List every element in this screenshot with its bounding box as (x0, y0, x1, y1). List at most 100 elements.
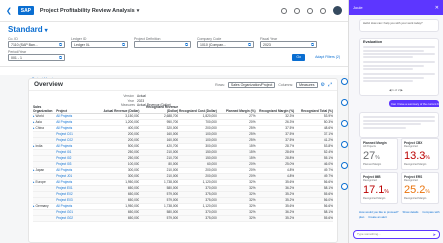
joule-link[interactable]: Show details (403, 210, 419, 214)
toolbar-button-1[interactable] (340, 78, 348, 85)
filter-input[interactable]: ⧉ (134, 41, 191, 48)
row-org[interactable]: ▸Europe (33, 180, 56, 184)
filter-input[interactable]: 2023 ⧉ (260, 41, 317, 48)
send-icon[interactable]: ➤ (433, 231, 436, 238)
table-cell: 32.3% (285, 114, 295, 118)
joule-title: Joule (353, 5, 363, 10)
row-org[interactable]: ▸World (33, 114, 56, 118)
org-label: Japan (35, 168, 45, 172)
table-cell: 25% (249, 132, 256, 136)
back-icon[interactable]: ❮ (6, 7, 12, 15)
table-cell: 100,000 (205, 132, 217, 136)
kpi-number: 13.3 (404, 150, 426, 162)
kpi-unit: % (425, 155, 430, 161)
sap-logo[interactable]: SAP (17, 6, 34, 15)
variant-selector[interactable]: Standard ▾ (8, 25, 340, 34)
go-button[interactable]: Go (292, 54, 306, 61)
table-cell: 579,000 (166, 198, 179, 202)
joule-link[interactable]: How would you like to proceed? (359, 210, 399, 214)
kpi-card[interactable]: Project ERS Recognized 25.2% Recognized Mar… (401, 172, 439, 204)
adapt-filters-button[interactable]: Adapt Filters (2) (315, 54, 340, 61)
row-org[interactable]: ▸India (33, 144, 56, 148)
expand-icon[interactable]: ▸ (33, 120, 35, 124)
app-title[interactable]: Project Profitability Review Analysis ▾ (40, 8, 139, 14)
side-toolbar (340, 78, 348, 190)
filter-input[interactable]: 001 - 1 ⧉ (8, 54, 65, 61)
toolbar-button-5[interactable] (340, 162, 348, 169)
kpi-subtitle: Recognized (363, 179, 377, 182)
table-cell: 1,950,000 (125, 204, 140, 208)
expand-icon[interactable]: ▸ (33, 204, 35, 208)
filter-input[interactable]: Ledger 0L ⧉ (71, 41, 128, 48)
row-project: All Projects (56, 120, 73, 124)
notification-icon[interactable] (307, 7, 313, 14)
table-cell: 580,000 (166, 186, 179, 190)
joule-link[interactable]: Create an alert (368, 215, 387, 219)
table-cell: 210,700 (166, 156, 179, 160)
table-cell: 1,200,000 (125, 120, 140, 124)
table-cell: 2,688,700 (163, 114, 179, 118)
table-cell: 4.8% (286, 168, 295, 172)
help-icon[interactable] (294, 7, 300, 14)
fullscreen-icon[interactable]: ⤢ (328, 82, 332, 88)
columns-select[interactable]: Measures (296, 81, 318, 88)
table-cell: 650,000 (127, 186, 140, 190)
toolbar-button-3[interactable] (340, 120, 348, 127)
joule-header: Joule ✕ (349, 0, 443, 15)
row-org[interactable]: ▸Germany (33, 204, 56, 208)
value-help-icon[interactable]: ⧉ (311, 42, 314, 48)
expand-icon[interactable]: ▸ (33, 126, 35, 130)
settings-icon[interactable]: ⚙ (321, 82, 325, 88)
toolbar-button-6[interactable] (340, 183, 348, 190)
column-header: Project (56, 108, 68, 113)
rows-select[interactable]: Sales Organization/Project (227, 81, 276, 88)
apps-icon[interactable] (320, 7, 326, 14)
table-cell: 32% (249, 204, 256, 208)
avatar[interactable] (333, 6, 342, 15)
table-cell: 55.1% (323, 156, 333, 160)
filter-input[interactable]: 1010 (Compan... ⧉ (197, 41, 254, 48)
row-org[interactable]: ▸China (33, 126, 56, 130)
table-cell: 55.6% (323, 216, 333, 220)
row-project: All Projects (56, 180, 73, 184)
value-help-icon[interactable]: ⧉ (248, 42, 251, 48)
joule-input[interactable]: Type something... ➤ (353, 230, 440, 239)
expand-icon[interactable]: ▸ (33, 144, 35, 148)
filter-value: 7110 (SAP Ban... (11, 43, 38, 47)
table-cell: 35.6% (285, 180, 295, 184)
value-help-icon[interactable]: ⧉ (59, 55, 62, 61)
filter-input[interactable]: 7110 (SAP Ban... ⧉ (8, 41, 65, 48)
row-project: Project I02 (56, 156, 72, 160)
message-pager[interactable]: ◀ 1 of 2 ▶ (389, 88, 403, 92)
toolbar-button-2[interactable] (340, 99, 348, 106)
table-cell: 80,000 (168, 162, 179, 166)
row-project: Project E02 (56, 192, 73, 196)
close-icon[interactable]: ✕ (435, 5, 439, 11)
row-org[interactable]: ▸Asia (33, 120, 56, 124)
value-help-icon[interactable]: ⧉ (59, 42, 62, 48)
value-help-icon[interactable]: ⧉ (122, 42, 125, 48)
search-icon[interactable] (281, 7, 287, 14)
expand-icon[interactable]: ▸ (33, 180, 35, 184)
kpi-card[interactable]: Project IMB Recognized 17.1% Recognized Mar… (360, 172, 398, 204)
row-org[interactable]: ▸Japan (33, 168, 56, 172)
joule-response (359, 112, 439, 138)
row-project: Project I01 (56, 150, 72, 154)
table-cell: 25.0% (285, 162, 295, 166)
table-cell: 320,000 (166, 126, 179, 130)
value-help-icon[interactable]: ⧉ (185, 42, 188, 48)
table-cell: 32% (249, 186, 256, 190)
table-meta: Version Actual Year 2023 Measures Actual Reve… (33, 94, 333, 108)
expand-icon[interactable]: ▸ (33, 114, 35, 118)
table-cell: 420,700 (166, 144, 179, 148)
tab-bar: Project Margin (0, 66, 348, 84)
expand-icon[interactable]: ▸ (33, 168, 35, 172)
kpi-card[interactable]: Project CBX Recognized 13.3% Recognized Mar… (401, 138, 439, 170)
toolbar-button-4[interactable] (340, 141, 348, 148)
filter-group: Project Definition ⧉ (134, 37, 191, 48)
table-cell: 20% (249, 162, 256, 166)
kpi-footer: Recognized Margin (363, 197, 386, 200)
kpi-card[interactable]: Planned Margin All Projects 27% Planned Mar… (360, 138, 398, 170)
table-cell: 375,000 (205, 216, 217, 220)
table-cell: 650,000 (127, 198, 140, 202)
